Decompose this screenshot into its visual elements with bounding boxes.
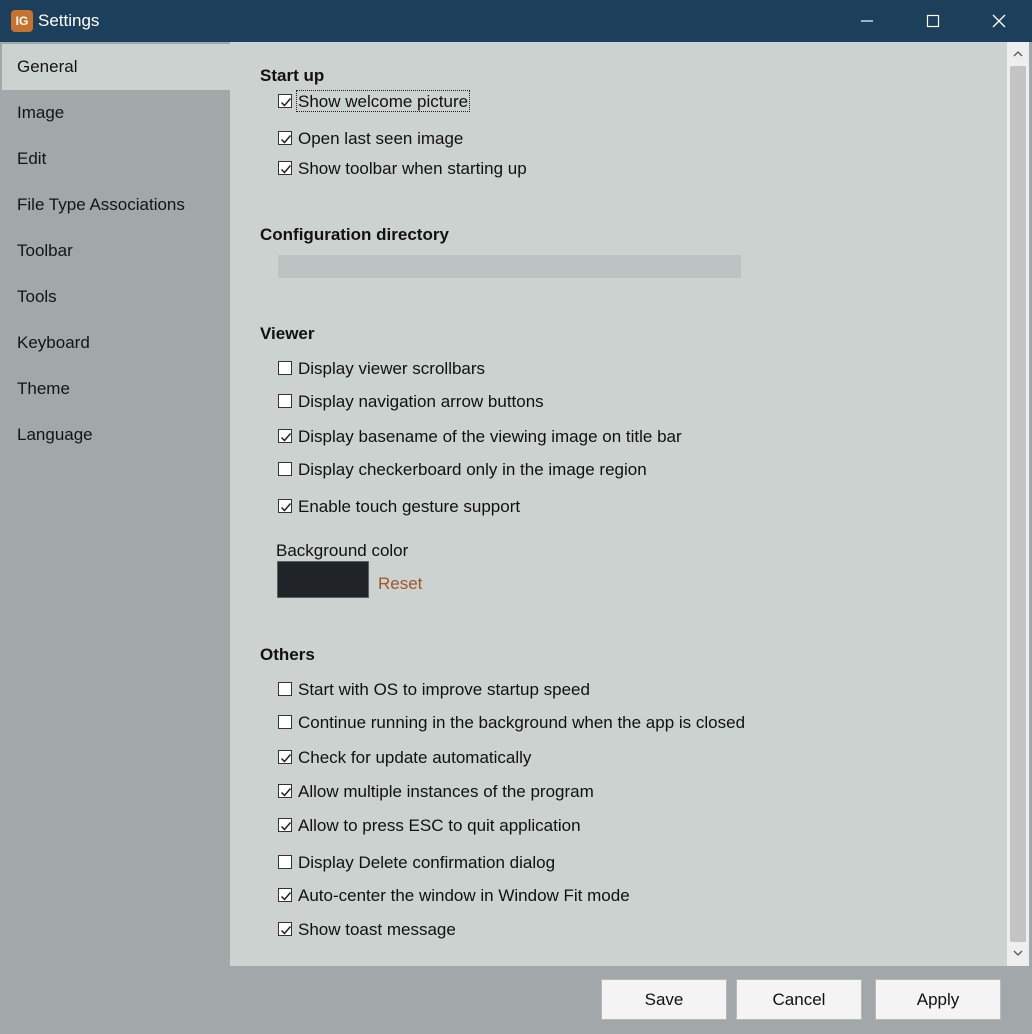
sidebar-item-toolbar[interactable]: Toolbar bbox=[2, 228, 230, 274]
checkmark-icon bbox=[280, 165, 292, 174]
maximize-button[interactable] bbox=[900, 0, 966, 42]
settings-content: Start up Show welcome picture Open last … bbox=[230, 42, 1007, 966]
title-bar[interactable]: IG Settings bbox=[0, 0, 1032, 42]
sidebar-item-keyboard[interactable]: Keyboard bbox=[2, 320, 230, 366]
checkbox-box[interactable] bbox=[278, 429, 292, 443]
option-label: Open last seen image bbox=[298, 129, 464, 148]
section-title-others: Others bbox=[260, 645, 315, 664]
option-label: Check for update automatically bbox=[298, 748, 532, 767]
checkmark-icon bbox=[280, 788, 292, 797]
sidebar-item-file-type-associations[interactable]: File Type Associations bbox=[2, 182, 230, 228]
checkbox-box[interactable] bbox=[278, 161, 292, 175]
close-button[interactable] bbox=[966, 0, 1032, 42]
app-icon: IG bbox=[11, 10, 33, 32]
checkbox-box[interactable] bbox=[278, 499, 292, 513]
sidebar-item-image[interactable]: Image bbox=[2, 90, 230, 136]
close-icon bbox=[992, 14, 1006, 28]
checkmark-icon bbox=[280, 503, 292, 512]
checkbox-box[interactable] bbox=[278, 784, 292, 798]
scroll-down-icon[interactable] bbox=[1013, 949, 1023, 957]
checkbox-box[interactable] bbox=[278, 888, 292, 902]
sidebar-item-edit[interactable]: Edit bbox=[2, 136, 230, 182]
config-directory-field[interactable] bbox=[278, 255, 741, 278]
checkmark-icon bbox=[280, 754, 292, 763]
option-label: Display Delete confirmation dialog bbox=[298, 853, 556, 872]
checkbox-box[interactable] bbox=[278, 855, 292, 869]
settings-sidebar: General Image Edit File Type Association… bbox=[2, 42, 230, 966]
option-label: Show toolbar when starting up bbox=[298, 159, 527, 178]
option-label: Display basename of the viewing image on… bbox=[298, 427, 682, 446]
reset-background-link[interactable]: Reset bbox=[378, 574, 422, 594]
cancel-button[interactable]: Cancel bbox=[736, 979, 862, 1020]
window-title: Settings bbox=[38, 11, 100, 30]
checkbox-box[interactable] bbox=[278, 361, 292, 375]
section-title-viewer: Viewer bbox=[260, 324, 315, 343]
sidebar-item-theme[interactable]: Theme bbox=[2, 366, 230, 412]
checkbox-box[interactable] bbox=[278, 394, 292, 408]
option-label: Show toast message bbox=[298, 920, 456, 939]
sidebar-item-language[interactable]: Language bbox=[2, 412, 230, 458]
background-color-label: Background color bbox=[276, 541, 409, 560]
option-label: Enable touch gesture support bbox=[298, 497, 521, 516]
option-label: Continue running in the background when … bbox=[298, 713, 746, 732]
checkbox-box[interactable] bbox=[278, 750, 292, 764]
option-label: Display navigation arrow buttons bbox=[298, 392, 544, 411]
section-title-config-directory: Configuration directory bbox=[260, 225, 449, 244]
minimize-icon bbox=[861, 20, 873, 22]
checkmark-icon bbox=[280, 433, 292, 442]
checkbox-box[interactable] bbox=[278, 818, 292, 832]
checkbox-box[interactable] bbox=[278, 922, 292, 936]
scroll-up-icon[interactable] bbox=[1013, 50, 1023, 58]
option-label: Display viewer scrollbars bbox=[298, 359, 486, 378]
section-title-startup: Start up bbox=[260, 66, 325, 85]
maximize-icon bbox=[926, 14, 940, 28]
scrollbar-thumb[interactable] bbox=[1010, 66, 1026, 942]
vertical-scrollbar[interactable] bbox=[1007, 42, 1029, 966]
checkmark-icon bbox=[280, 135, 292, 144]
background-color-swatch[interactable] bbox=[277, 561, 369, 598]
option-label: Display checkerboard only in the image r… bbox=[298, 460, 647, 479]
option-label: Auto-center the window in Window Fit mod… bbox=[298, 886, 630, 905]
minimize-button[interactable] bbox=[834, 0, 900, 42]
apply-button[interactable]: Apply bbox=[875, 979, 1001, 1020]
option-label: Allow multiple instances of the program bbox=[298, 782, 594, 801]
sidebar-item-tools[interactable]: Tools bbox=[2, 274, 230, 320]
option-label: Allow to press ESC to quit application bbox=[298, 816, 581, 835]
checkbox-box[interactable] bbox=[278, 682, 292, 696]
sidebar-item-general[interactable]: General bbox=[2, 44, 230, 90]
checkbox-box[interactable] bbox=[278, 715, 292, 729]
option-label: Start with OS to improve startup speed bbox=[298, 680, 590, 699]
save-button[interactable]: Save bbox=[601, 979, 727, 1020]
checkmark-icon bbox=[280, 926, 292, 935]
focus-indicator bbox=[296, 90, 470, 112]
checkbox-box[interactable] bbox=[278, 462, 292, 476]
checkmark-icon bbox=[280, 98, 292, 107]
checkmark-icon bbox=[280, 822, 292, 831]
checkbox-box[interactable] bbox=[278, 94, 292, 108]
checkbox-box[interactable] bbox=[278, 131, 292, 145]
checkmark-icon bbox=[280, 892, 292, 901]
